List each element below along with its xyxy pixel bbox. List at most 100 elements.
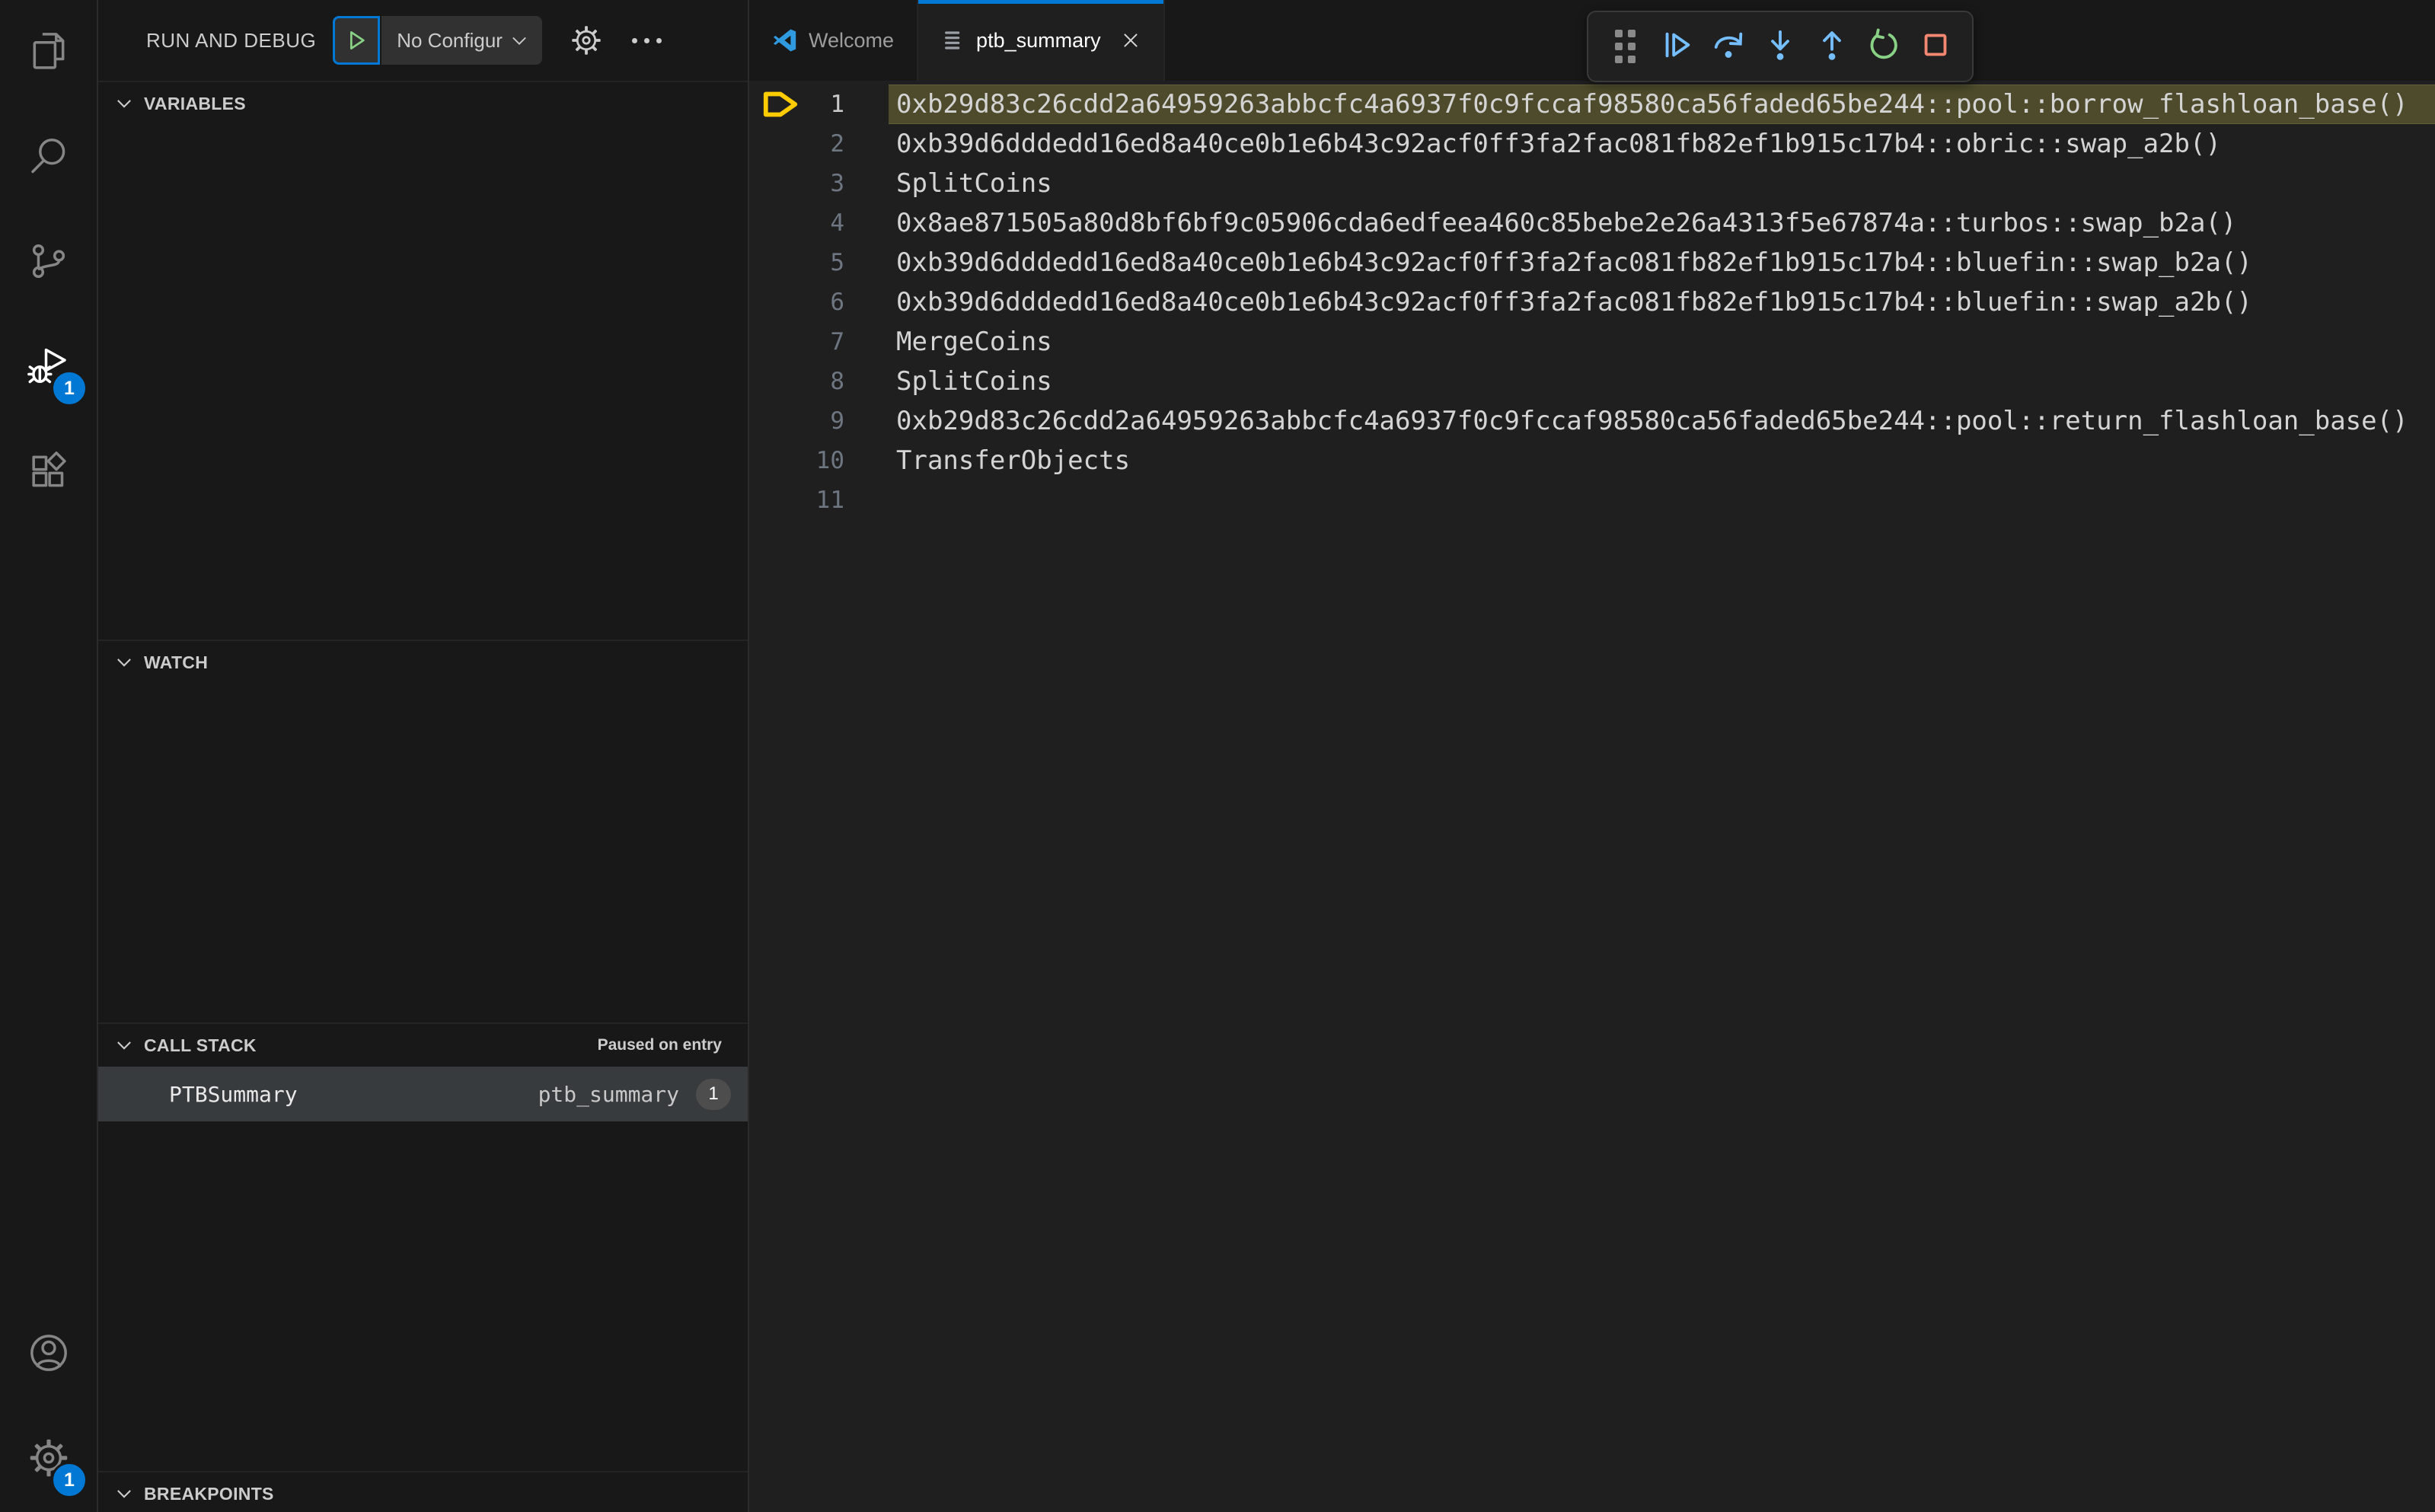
call-stack-section-header[interactable]: CALL STACK Paused on entry xyxy=(98,1022,748,1067)
code-text: SplitCoins xyxy=(896,168,1052,199)
line-number: 10 xyxy=(815,447,844,474)
code-lines: 1 0xb29d83c26cdd2a64959263abbcfc4a6937f0c… xyxy=(749,85,2435,520)
extensions-icon xyxy=(27,450,70,496)
gutter[interactable]: 3 xyxy=(749,164,889,203)
gutter[interactable]: 6 xyxy=(749,282,889,322)
code-text: 0xb29d83c26cdd2a64959263abbcfc4a6937f0c9… xyxy=(889,85,2435,124)
tab-ptb-summary[interactable]: ptb_summary xyxy=(918,0,1165,81)
frame-file: ptb_summary xyxy=(538,1081,679,1107)
breakpoints-section-label: BREAKPOINTS xyxy=(144,1483,274,1504)
editor-group: Welcome ptb_summary 1 0xb29d83c26cdd2a64… xyxy=(749,0,2435,1512)
code-line-1[interactable]: 1 0xb29d83c26cdd2a64959263abbcfc4a6937f0c… xyxy=(749,85,2435,124)
gutter[interactable]: 11 xyxy=(749,480,889,520)
line-number: 6 xyxy=(830,289,844,316)
restart-icon xyxy=(1866,27,1901,66)
call-stack-body: PTBSummary ptb_summary 1 xyxy=(98,1067,748,1471)
gutter[interactable]: 10 xyxy=(749,441,889,480)
tab-welcome[interactable]: Welcome xyxy=(749,0,919,81)
code-line-3[interactable]: 3 SplitCoins xyxy=(749,164,2435,203)
search-icon xyxy=(27,135,70,181)
call-stack-section: CALL STACK Paused on entry PTBSummary pt… xyxy=(98,1022,748,1471)
call-stack-section-label: CALL STACK xyxy=(144,1035,257,1055)
code-line-7[interactable]: 7 MergeCoins xyxy=(749,322,2435,362)
activity-item-settings[interactable]: 1 xyxy=(0,1407,97,1512)
grip-icon xyxy=(1614,30,1636,63)
continue-button[interactable] xyxy=(1651,19,1703,74)
activity-item-run-and-debug[interactable]: 1 xyxy=(0,315,97,420)
step-into-button[interactable] xyxy=(1754,19,1806,74)
files-icon xyxy=(27,30,70,76)
code-text: MergeCoins xyxy=(896,327,1052,357)
breakpoints-section: BREAKPOINTS xyxy=(98,1471,748,1512)
gutter[interactable]: 5 xyxy=(749,243,889,282)
code-line-10[interactable]: 10 TransferObjects xyxy=(749,441,2435,480)
code-line-2[interactable]: 2 0xb39d6dddedd16ed8a40ce0b1e6b43c92acf0f… xyxy=(749,124,2435,164)
close-icon[interactable] xyxy=(1121,30,1141,50)
gutter[interactable]: 8 xyxy=(749,362,889,401)
debug-settings-gear-button[interactable] xyxy=(570,24,603,57)
code-text: 0xb39d6dddedd16ed8a40ce0b1e6b43c92acf0ff… xyxy=(896,247,2252,278)
code-editor[interactable]: 1 0xb29d83c26cdd2a64959263abbcfc4a6937f0c… xyxy=(749,81,2435,1512)
debug-toolbar-drag-handle[interactable] xyxy=(1599,19,1651,74)
code-line-4[interactable]: 4 0x8ae871505a80d8bf6bf9c05906cda6edfeea4… xyxy=(749,203,2435,243)
code-text: SplitCoins xyxy=(896,366,1052,397)
activity-item-search[interactable] xyxy=(0,105,97,210)
activity-item-source-control[interactable] xyxy=(0,210,97,315)
code-line-11[interactable]: 11 xyxy=(749,480,2435,520)
variables-section-label: VARIABLES xyxy=(144,93,246,113)
debug-badge: 1 xyxy=(51,370,88,407)
call-stack-frame-row[interactable]: PTBSummary ptb_summary 1 xyxy=(98,1067,748,1121)
gutter[interactable]: 1 xyxy=(749,85,889,124)
chevron-down-icon xyxy=(117,659,131,667)
debug-toolbar xyxy=(1587,11,1974,82)
settings-badge: 1 xyxy=(51,1462,88,1498)
chevron-down-icon xyxy=(117,1490,131,1498)
activity-item-extensions[interactable] xyxy=(0,420,97,525)
step-over-button[interactable] xyxy=(1703,19,1754,74)
restart-button[interactable] xyxy=(1858,19,1910,74)
current-line-arrow-icon xyxy=(761,89,804,120)
gutter[interactable]: 4 xyxy=(749,203,889,243)
start-debugging-button[interactable] xyxy=(333,16,381,65)
line-number: 2 xyxy=(830,130,844,158)
run-and-debug-sidebar: RUN AND DEBUG No Configur VARIABLES WATC… xyxy=(98,0,749,1512)
views-more-actions-button[interactable] xyxy=(629,30,665,51)
stop-button[interactable] xyxy=(1910,19,1961,74)
line-number: 11 xyxy=(815,486,844,514)
chevron-down-icon xyxy=(117,1041,131,1050)
variables-body xyxy=(98,125,748,640)
code-line-5[interactable]: 5 0xb39d6dddedd16ed8a40ce0b1e6b43c92acf0f… xyxy=(749,243,2435,282)
activity-item-explorer[interactable] xyxy=(0,0,97,105)
debug-configuration-dropdown[interactable]: No Configur xyxy=(381,16,542,65)
debug-configuration-label: No Configur xyxy=(397,28,503,52)
watch-section-header[interactable]: WATCH xyxy=(98,640,748,684)
step-into-icon xyxy=(1763,27,1798,66)
activity-item-account[interactable] xyxy=(0,1302,97,1407)
tab-label: ptb_summary xyxy=(976,28,1101,52)
line-number: 7 xyxy=(830,328,844,356)
breakpoints-section-header[interactable]: BREAKPOINTS xyxy=(98,1471,748,1512)
line-number: 5 xyxy=(830,249,844,276)
list-file-icon xyxy=(941,28,965,53)
code-line-8[interactable]: 8 SplitCoins xyxy=(749,362,2435,401)
vscode-window: 1 1 RUN AND DEBUG No Configur VARIABLES … xyxy=(0,0,2435,1512)
code-line-9[interactable]: 9 0xb29d83c26cdd2a64959263abbcfc4a6937f0c… xyxy=(749,401,2435,441)
step-out-button[interactable] xyxy=(1806,19,1858,74)
line-number: 8 xyxy=(830,368,844,395)
step-out-icon xyxy=(1814,27,1849,66)
stop-icon xyxy=(1918,27,1953,66)
watch-section: WATCH xyxy=(98,640,748,1022)
code-text: 0xb39d6dddedd16ed8a40ce0b1e6b43c92acf0ff… xyxy=(896,287,2252,317)
gutter[interactable]: 2 xyxy=(749,124,889,164)
variables-section: VARIABLES xyxy=(98,81,748,640)
code-line-6[interactable]: 6 0xb39d6dddedd16ed8a40ce0b1e6b43c92acf0f… xyxy=(749,282,2435,322)
gutter[interactable]: 9 xyxy=(749,401,889,441)
gutter[interactable]: 7 xyxy=(749,322,889,362)
continue-icon xyxy=(1659,27,1694,66)
watch-body xyxy=(98,684,748,1022)
line-number: 9 xyxy=(830,407,844,435)
frame-badge: 1 xyxy=(696,1078,731,1110)
variables-section-header[interactable]: VARIABLES xyxy=(98,81,748,125)
step-over-icon xyxy=(1711,27,1746,66)
